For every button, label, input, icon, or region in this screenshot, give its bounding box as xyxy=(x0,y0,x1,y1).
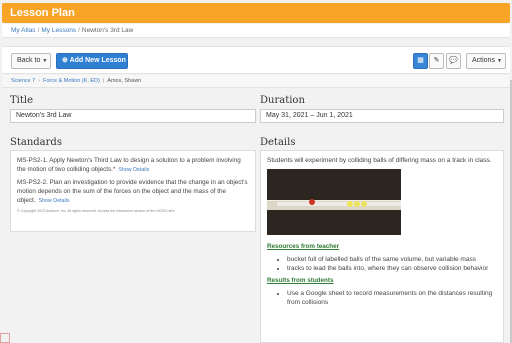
add-new-lesson-label: Add New Lesson xyxy=(69,57,126,64)
duration-label: Duration xyxy=(260,95,305,106)
comments-button[interactable]: 💬 xyxy=(446,53,461,69)
edit-button[interactable]: ✎ xyxy=(429,53,444,69)
tag-course[interactable]: Science 7 xyxy=(11,78,35,84)
copyright-notice: © Copyright 2013 Achieve, Inc. All right… xyxy=(17,209,175,213)
photo-track xyxy=(277,202,401,206)
list-item: bucket full of labelled balls of the sam… xyxy=(287,255,497,264)
photo-yellow-ball xyxy=(347,201,353,207)
grid-icon: ▦ xyxy=(417,57,424,64)
back-to-label: Back to xyxy=(17,57,41,64)
add-new-lesson-button[interactable]: ⊕ Add New Lesson xyxy=(56,53,128,69)
actions-label: Actions xyxy=(472,57,495,64)
plus-circle-icon: ⊕ xyxy=(62,57,68,64)
photo-yellow-ball xyxy=(354,201,360,207)
photo-yellow-ball xyxy=(361,201,367,207)
list-item: tracks to lead the balls into, where the… xyxy=(287,264,497,273)
tags-row: Science 7 › Force & Motion (K. ED) | Amos, S… xyxy=(2,75,510,88)
tag-unit[interactable]: Force & Motion (K. ED) xyxy=(43,78,100,84)
resources-heading: Resources from teacher xyxy=(267,243,340,250)
chat-bubble-icon: 💬 xyxy=(449,57,458,64)
pencil-icon: ✎ xyxy=(433,57,440,64)
actions-dropdown[interactable]: Actions ▼ xyxy=(466,53,506,69)
breadcrumb-my-lessons[interactable]: My Lessons xyxy=(41,27,76,34)
page-title: Lesson Plan xyxy=(10,7,75,19)
results-list: Use a Google sheet to record measurement… xyxy=(267,289,497,307)
standards-card: MS-PS2-1. Apply Newton's Third Law to de… xyxy=(10,150,256,232)
standard-item: MS-PS2-1. Apply Newton's Third Law to de… xyxy=(17,156,249,175)
corner-marker-icon xyxy=(0,333,10,343)
standards-heading: Standards xyxy=(10,137,62,148)
toolbar: Back to ▼ ⊕ Add New Lesson ▦ ✎ 💬 Actions ▼ xyxy=(2,46,510,74)
list-item: Use a Google sheet to record measurement… xyxy=(287,289,497,307)
breadcrumb: My Atlas / My Lessons / Newton's 3rd Law xyxy=(2,24,510,38)
caret-down-icon: ▼ xyxy=(496,58,502,64)
show-details-link[interactable]: Show Details xyxy=(118,167,149,173)
caret-down-icon: ▼ xyxy=(42,58,48,64)
duration-field[interactable]: May 31, 2021 – Jun 1, 2021 xyxy=(260,109,504,123)
app-header: Lesson Plan xyxy=(2,3,510,23)
title-label: Title xyxy=(10,95,34,106)
show-details-link[interactable]: Show Details xyxy=(39,198,70,204)
title-field[interactable]: Newton's 3rd Law xyxy=(10,109,256,123)
breadcrumb-current: Newton's 3rd Law xyxy=(81,27,134,34)
track-experiment-photo xyxy=(267,169,401,235)
back-to-dropdown[interactable]: Back to ▼ xyxy=(11,53,51,69)
photo-red-ball xyxy=(309,199,315,205)
grid-view-button[interactable]: ▦ xyxy=(413,53,428,69)
details-intro: Students will experiment by colliding ba… xyxy=(267,157,492,164)
tag-separator: › xyxy=(38,78,40,84)
breadcrumb-my-atlas[interactable]: My Atlas xyxy=(11,27,36,34)
details-card: Students will experiment by colliding ba… xyxy=(260,150,504,343)
results-heading: Results from students xyxy=(267,277,334,284)
standard-item: MS-PS2-2. Plan an investigation to provi… xyxy=(17,178,249,206)
resources-list: bucket full of labelled balls of the sam… xyxy=(267,255,497,273)
tag-teacher: Amos, Shawn xyxy=(107,78,142,84)
details-heading: Details xyxy=(260,137,296,148)
